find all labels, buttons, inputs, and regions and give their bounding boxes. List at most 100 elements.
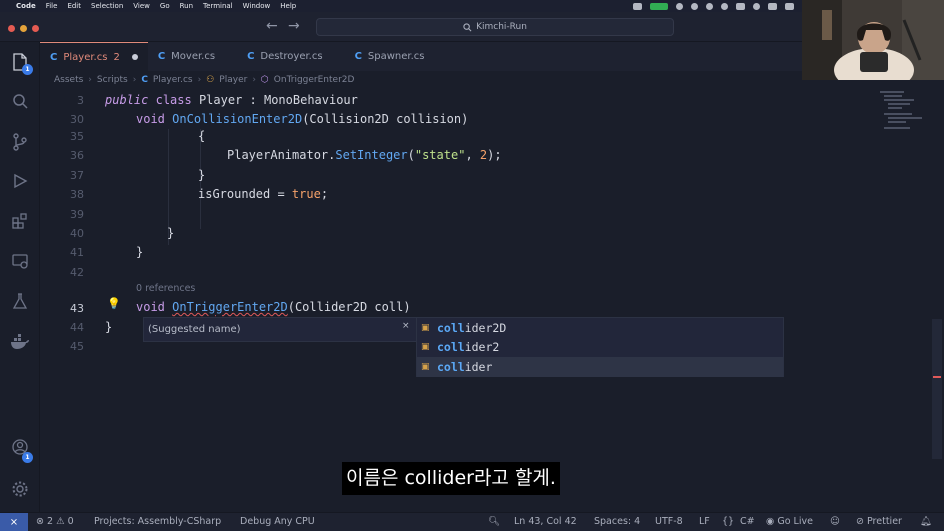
activity-bar: 1 1 xyxy=(0,42,40,512)
close-icon[interactable]: × xyxy=(402,321,410,331)
debug-configuration[interactable]: Debug Any CPU xyxy=(240,516,315,527)
tab-destroyer-cs[interactable]: C Destroyer.cs xyxy=(237,42,333,71)
project-indicator[interactable]: Projects: Assembly-CSharp xyxy=(94,516,221,527)
command-center-search[interactable]: Kimchi-Run xyxy=(316,18,674,36)
breadcrumb-assets[interactable]: Assets xyxy=(54,75,83,85)
settings-gear-icon[interactable] xyxy=(10,480,30,500)
code-editor[interactable]: 3 public class Player : MonoBehaviour 30… xyxy=(40,89,944,512)
code-line: public class Player : MonoBehaviour xyxy=(105,93,358,107)
menu-app-name[interactable]: Code xyxy=(16,2,36,10)
line-number: 43 xyxy=(70,302,84,315)
source-control-icon[interactable] xyxy=(10,132,30,152)
remote-indicator-icon[interactable]: ⨯ xyxy=(0,513,28,531)
cloud-icon[interactable] xyxy=(691,2,698,10)
line-number: 36 xyxy=(70,149,84,162)
run-debug-icon[interactable] xyxy=(10,172,30,192)
tab-mover-cs[interactable]: C Mover.cs xyxy=(148,42,225,71)
headphones-icon[interactable] xyxy=(753,2,760,10)
docker-icon[interactable] xyxy=(10,334,30,354)
line-number: 42 xyxy=(70,266,84,279)
csharp-file-icon: C xyxy=(247,51,255,62)
menu-selection[interactable]: Selection xyxy=(91,2,123,10)
vertical-scrollbar[interactable] xyxy=(932,319,942,459)
close-window-icon[interactable] xyxy=(8,25,15,32)
zoom-icon[interactable]: 🔍︎ xyxy=(488,516,500,527)
explorer-badge: 1 xyxy=(22,64,33,75)
lock-icon[interactable] xyxy=(706,2,713,10)
breadcrumb-file[interactable]: Player.cs xyxy=(153,75,193,85)
menu-window[interactable]: Window xyxy=(243,2,271,10)
minimize-window-icon[interactable] xyxy=(20,25,27,32)
code-line: } xyxy=(105,320,113,334)
braces-icon[interactable]: {} xyxy=(722,516,734,527)
code-line: void OnTriggerEnter2D(Collider2D coll) xyxy=(136,300,411,314)
accounts-badge: 1 xyxy=(22,452,33,463)
forward-arrow-icon[interactable]: → xyxy=(288,18,300,34)
breadcrumb-class[interactable]: Player xyxy=(219,75,247,85)
warning-count: 0 xyxy=(67,516,74,527)
indentation[interactable]: Spaces: 4 xyxy=(594,516,640,527)
extensions-icon[interactable] xyxy=(10,212,30,232)
rename-suggestions: ▣ collider2D ▣ collider2 ▣ collider xyxy=(416,317,784,377)
zoom-window-icon[interactable] xyxy=(32,25,39,32)
bluetooth-icon[interactable] xyxy=(736,2,745,10)
breadcrumb: Assets › Scripts › C Player.cs › ⚇ Playe… xyxy=(40,71,354,89)
webcam-overlay xyxy=(802,0,944,80)
suggestion-item[interactable]: ▣ collider2D xyxy=(417,318,783,338)
lightbulb-icon[interactable]: 💡 xyxy=(107,297,121,310)
line-number: 38 xyxy=(70,188,84,201)
go-live-button[interactable]: ◉ Go Live xyxy=(766,516,813,527)
menu-view[interactable]: View xyxy=(133,2,150,10)
search-icon xyxy=(463,22,472,31)
error-icon: ⊗ xyxy=(36,516,44,527)
language-mode[interactable]: C# xyxy=(740,516,755,527)
code-line: } xyxy=(198,168,206,182)
line-ending[interactable]: LF xyxy=(699,516,710,527)
minimap[interactable] xyxy=(878,89,932,149)
suggestion-item[interactable]: ▣ collider xyxy=(417,357,783,377)
line-number: 40 xyxy=(70,227,84,240)
code-line: isGrounded = true; xyxy=(198,187,329,201)
breadcrumb-scripts[interactable]: Scripts xyxy=(97,75,128,85)
menu-go[interactable]: Go xyxy=(160,2,170,10)
rename-input[interactable]: (Suggested name) xyxy=(143,317,418,342)
search-icon[interactable] xyxy=(10,92,30,112)
menu-terminal[interactable]: Terminal xyxy=(203,2,233,10)
tab-problem-count: 2 xyxy=(113,51,120,63)
copilot-icon[interactable]: ☺ xyxy=(830,516,840,527)
suggestion-item[interactable]: ▣ collider2 xyxy=(417,338,783,358)
code-line: { xyxy=(198,129,206,143)
menu-file[interactable]: File xyxy=(46,2,58,10)
back-arrow-icon[interactable]: ← xyxy=(266,18,278,34)
tab-label: Player.cs xyxy=(63,51,108,63)
prettier-button[interactable]: ⊘ Prettier xyxy=(856,516,902,527)
variable-icon: ▣ xyxy=(421,361,430,372)
tab-spawner-cs[interactable]: C Spawner.cs xyxy=(345,42,435,71)
camera-indicator-icon[interactable] xyxy=(650,2,668,10)
remote-explorer-icon[interactable] xyxy=(10,252,30,272)
video-subtitle: 이름은 collider라고 할게. xyxy=(342,462,560,495)
menu-run[interactable]: Run xyxy=(180,2,193,10)
system-tray xyxy=(633,0,794,12)
line-number: 45 xyxy=(70,340,84,353)
codelens-references[interactable]: 0 references xyxy=(136,283,195,294)
volume-icon[interactable] xyxy=(768,2,777,10)
control-icon[interactable] xyxy=(676,2,683,10)
input-source-icon[interactable] xyxy=(785,2,794,10)
presenter-image xyxy=(802,0,944,80)
menu-edit[interactable]: Edit xyxy=(67,2,81,10)
timer-icon[interactable] xyxy=(721,2,728,10)
breadcrumb-method[interactable]: OnTriggerEnter2D xyxy=(274,75,355,85)
line-number: 3 xyxy=(77,94,84,107)
encoding[interactable]: UTF-8 xyxy=(655,516,683,527)
problems-indicator[interactable]: ⊗ 2 ⚠ 0 xyxy=(36,516,74,527)
screen-icon[interactable] xyxy=(633,2,642,10)
chevron-right-icon: › xyxy=(252,75,256,85)
cursor-position[interactable]: Ln 43, Col 42 xyxy=(514,516,577,527)
testing-icon[interactable] xyxy=(10,292,30,312)
variable-icon: ▣ xyxy=(421,342,430,353)
unsaved-dot-icon[interactable] xyxy=(131,54,138,60)
bell-icon[interactable]: 🔔︎ xyxy=(920,516,932,527)
tab-player-cs[interactable]: C Player.cs 2 xyxy=(40,42,148,71)
menu-help[interactable]: Help xyxy=(280,2,296,10)
